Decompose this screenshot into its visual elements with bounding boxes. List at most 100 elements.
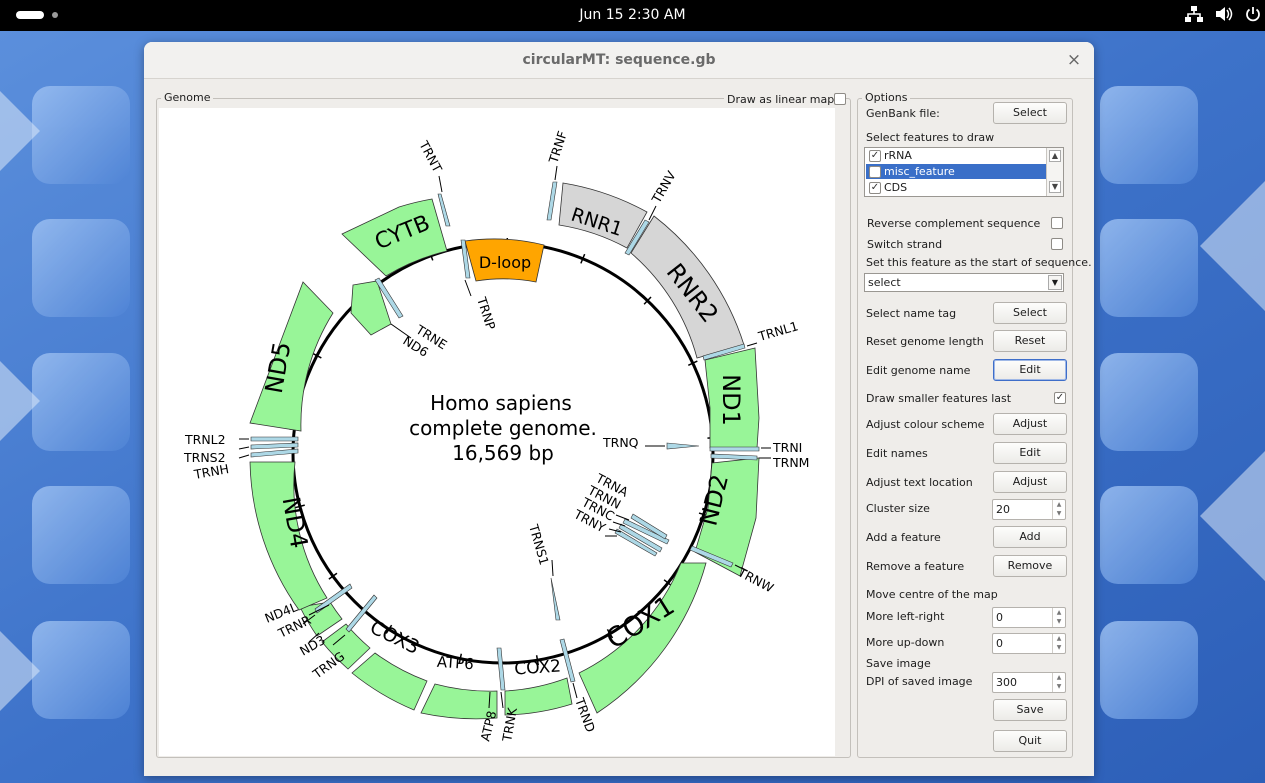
start-feature-label: Set this feature as the start of sequenc…: [866, 256, 1092, 269]
left-right-label: More left-right: [866, 610, 945, 623]
feature-checkbox-misc-feature[interactable]: [869, 166, 881, 178]
window-titlebar[interactable]: circularMT: sequence.gb ×: [144, 42, 1094, 79]
smaller-last-checkbox[interactable]: ✓: [1054, 392, 1066, 404]
up-down-spinbox[interactable]: 0 ▲ ▼: [992, 633, 1066, 654]
label-trnf: TRNF: [545, 129, 570, 166]
trna-trnh: [250, 448, 299, 458]
adjust-text-location-button[interactable]: Adjust: [993, 471, 1067, 493]
feature-item-label: CDS: [884, 181, 908, 194]
label-trni: TRNI: [772, 440, 802, 455]
workspace-indicator: [52, 12, 58, 18]
power-icon: [1245, 6, 1261, 22]
dpi-label: DPI of saved image: [866, 675, 973, 688]
save-image-label: Save image: [866, 657, 931, 670]
window-title: circularMT: sequence.gb: [522, 52, 716, 68]
trna-trnd: [559, 638, 576, 683]
switch-strand-checkbox[interactable]: [1051, 238, 1063, 250]
reverse-complement-checkbox[interactable]: [1051, 217, 1063, 229]
spin-arrows-icon[interactable]: ▲ ▼: [1052, 608, 1065, 627]
remove-feature-label: Remove a feature: [866, 560, 965, 573]
start-feature-select[interactable]: select ▼: [864, 273, 1064, 292]
label-trnk: TRNK: [499, 706, 520, 744]
feature-item-rrna[interactable]: ✓ rRNA: [866, 148, 1046, 163]
trna-trns2: [250, 442, 299, 450]
left-right-value: 0: [996, 611, 1003, 624]
feature-item-label: rRNA: [884, 149, 912, 162]
genome-map-canvas: Homo sapiens complete genome. 16,569 bp …: [159, 108, 835, 756]
clock[interactable]: Jun 15 2:30 AM: [579, 7, 685, 23]
feature-item-cds[interactable]: ✓ CDS: [866, 180, 1046, 195]
smaller-last-label: Draw smaller features last: [866, 392, 1012, 405]
feature-list[interactable]: ✓ rRNA misc_feature ✓ CDS ▲ ▼: [864, 147, 1064, 197]
trna-trnk: [496, 647, 506, 691]
remove-feature-button[interactable]: Remove: [993, 555, 1067, 577]
feature-item-label: misc_feature: [884, 165, 955, 178]
spin-arrows-icon[interactable]: ▲ ▼: [1052, 500, 1065, 519]
trna-trnm: [710, 453, 758, 461]
adjust-colour-button[interactable]: Adjust: [993, 413, 1067, 435]
trna-trnq: [666, 442, 700, 450]
label-trns2: TRNS2: [183, 450, 226, 465]
label-cox3: COX3: [366, 616, 422, 659]
system-tray[interactable]: [1185, 6, 1261, 22]
add-feature-label: Add a feature: [866, 531, 941, 544]
top-bar: Jun 15 2:30 AM: [0, 0, 1265, 31]
edit-names-label: Edit names: [866, 447, 928, 460]
label-trns1: TRNS1: [526, 522, 552, 567]
name-tag-label: Select name tag: [866, 307, 957, 320]
text-location-label: Adjust text location: [866, 476, 973, 489]
app-window: circularMT: sequence.gb × Genome Draw as…: [144, 42, 1094, 776]
chevron-down-icon[interactable]: ▼: [1048, 275, 1062, 290]
volume-icon: [1215, 6, 1233, 22]
map-title-description: complete genome.: [409, 416, 597, 440]
trna-trns1: [550, 577, 561, 621]
network-icon: [1185, 6, 1203, 22]
switch-strand-label: Switch strand: [867, 238, 943, 251]
scroll-up-icon[interactable]: ▲: [1049, 150, 1061, 162]
feature-list-scrollbar[interactable]: ▲ ▼: [1046, 148, 1063, 196]
cluster-size-spinbox[interactable]: 20 ▲ ▼: [992, 499, 1066, 520]
label-trnm: TRNM: [772, 455, 809, 470]
scroll-down-icon[interactable]: ▼: [1049, 181, 1061, 193]
feature-checkbox-cds[interactable]: ✓: [869, 182, 881, 194]
active-workspace-indicator: [16, 11, 44, 19]
label-trnt: TRNT: [416, 137, 446, 175]
save-button[interactable]: Save: [993, 699, 1067, 721]
label-cox2: COX2: [514, 656, 562, 679]
spin-arrows-icon[interactable]: ▲ ▼: [1052, 634, 1065, 653]
feature-checkbox-rrna[interactable]: ✓: [869, 150, 881, 162]
label-atp6: ATP6: [436, 653, 474, 674]
reset-length-button[interactable]: Reset: [993, 330, 1067, 352]
select-genbank-button[interactable]: Select: [993, 102, 1067, 124]
genome-map: Homo sapiens complete genome. 16,569 bp …: [183, 129, 809, 744]
label-trnv: TRNV: [648, 168, 679, 206]
close-button[interactable]: ×: [1064, 50, 1084, 70]
add-feature-button[interactable]: Add: [993, 526, 1067, 548]
edit-names-button[interactable]: Edit: [993, 442, 1067, 464]
reverse-complement-label: Reverse complement sequence: [867, 217, 1041, 230]
dpi-value: 300: [996, 676, 1017, 689]
linear-map-checkbox[interactable]: [834, 93, 846, 105]
label-trnl1: TRNL1: [756, 318, 800, 344]
genome-group-title: Genome: [161, 91, 214, 104]
quit-button[interactable]: Quit: [993, 730, 1067, 752]
features-label: Select features to draw: [866, 131, 995, 144]
left-right-spinbox[interactable]: 0 ▲ ▼: [992, 607, 1066, 628]
trna-trnl2: [250, 436, 299, 442]
cluster-size-value: 20: [996, 503, 1010, 516]
edit-genome-name-button[interactable]: Edit: [993, 359, 1067, 381]
map-title-length: 16,569 bp: [452, 441, 554, 465]
select-name-tag-button[interactable]: Select: [993, 302, 1067, 324]
label-nd3: ND3: [297, 632, 328, 658]
trna-trni: [709, 446, 760, 452]
label-trnp: TRNP: [474, 294, 499, 332]
trna-trnt: [437, 193, 451, 227]
edit-genome-name-label: Edit genome name: [866, 364, 971, 377]
activities-button[interactable]: [16, 11, 58, 19]
dpi-spinbox[interactable]: 300 ▲ ▼: [992, 672, 1066, 693]
start-feature-value: select: [868, 276, 901, 289]
map-title-species: Homo sapiens: [430, 391, 572, 415]
feature-item-misc-feature[interactable]: misc_feature: [866, 164, 1046, 179]
feature-cox3: [351, 652, 428, 711]
spin-arrows-icon[interactable]: ▲ ▼: [1052, 673, 1065, 692]
